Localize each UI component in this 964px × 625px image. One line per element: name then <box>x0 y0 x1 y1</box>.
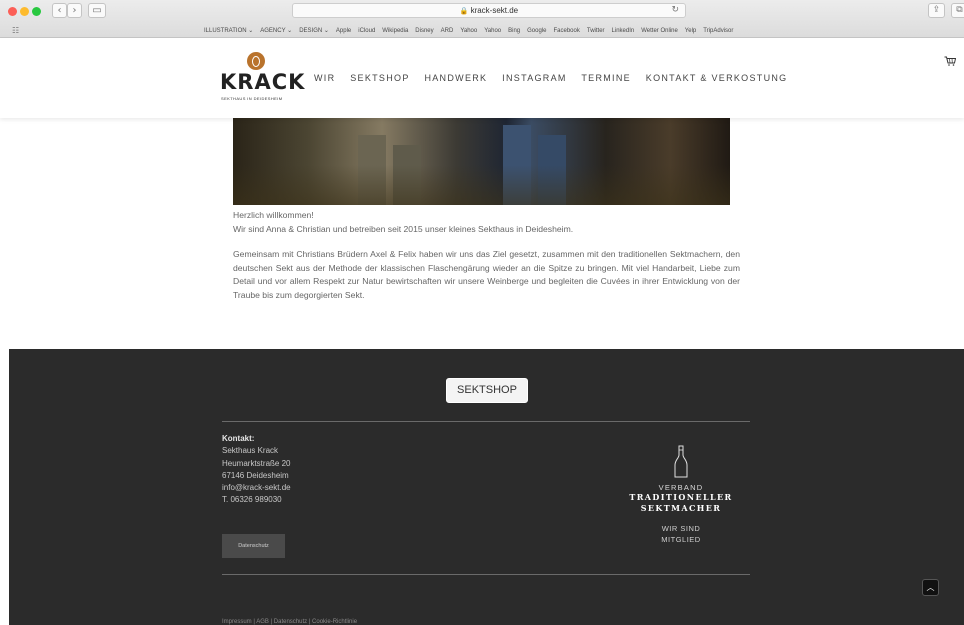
bookmark-item[interactable]: DESIGN ⌄ <box>299 28 329 34</box>
main-navigation: WIR SEKTSHOP HANDWERK INSTAGRAM TERMINE … <box>314 73 798 83</box>
bookmark-item[interactable]: Yahoo <box>484 28 501 34</box>
legal-links[interactable]: Impressum | AGB | Datenschutz | Cookie-R… <box>222 619 357 625</box>
browser-chrome: ‹ › ▭ 🔒 krack-sekt.de ↻ ⇪ ⧉ ☷ ILLUSTRATIO… <box>0 0 964 38</box>
bookmark-item[interactable]: Wetter Online <box>641 28 678 34</box>
nav-item-kontakt[interactable]: KONTAKT & VERKOSTUNG <box>646 73 788 83</box>
sektshop-button[interactable]: SEKTSHOP <box>446 378 528 403</box>
membership-text: WIR SIND MITGLIED <box>611 523 751 545</box>
bookmarks-grid-icon[interactable]: ☷ <box>12 26 19 35</box>
back-button[interactable]: ‹ <box>52 3 67 18</box>
logo-emblem-icon <box>247 52 265 70</box>
footer-divider-bottom <box>222 574 750 575</box>
contact-street: Heumarktstraße 20 <box>222 458 291 468</box>
bookmarks-list: ILLUSTRATION ⌄ AGENCY ⌄ DESIGN ⌄ Apple iClou… <box>204 27 740 34</box>
bottle-icon <box>674 445 688 478</box>
logo-wordmark: KRACK <box>220 70 306 94</box>
window-minimize-button[interactable] <box>20 7 29 16</box>
address-bar[interactable]: 🔒 krack-sekt.de ↻ <box>292 3 686 18</box>
sidebar-toggle-icon[interactable]: ▭ <box>88 3 106 18</box>
bookmark-item[interactable]: LinkedIn <box>612 28 635 34</box>
krack-logo[interactable]: KRACK SEKTHAUS IN DEIDESHEIM <box>220 52 304 104</box>
share-icon[interactable]: ⇪ <box>928 3 945 18</box>
datenschutz-button[interactable]: Datenschutz <box>222 534 285 558</box>
nav-item-handwerk[interactable]: HANDWERK <box>424 73 487 83</box>
bookmark-item[interactable]: Wikipedia <box>382 28 408 34</box>
intro-paragraph: Gemeinsam mit Christians Brüdern Axel & … <box>233 249 740 300</box>
bookmark-item[interactable]: Yelp <box>685 28 696 34</box>
bookmark-item[interactable]: TripAdvisor <box>703 28 733 34</box>
bookmark-item[interactable]: AGENCY ⌄ <box>260 28 292 34</box>
address-bar-url: krack-sekt.de <box>470 6 519 15</box>
bookmarks-bar: ☷ ILLUSTRATION ⌄ AGENCY ⌄ DESIGN ⌄ Apple iCl… <box>0 24 964 37</box>
contact-phone[interactable]: T. 06326 989030 <box>222 494 291 506</box>
bookmark-item[interactable]: Facebook <box>554 28 580 34</box>
nav-item-sektshop[interactable]: SEKTSHOP <box>350 73 409 83</box>
verband-label: VERBAND <box>658 483 704 492</box>
nav-item-termine[interactable]: TERMINE <box>581 73 631 83</box>
chevron-up-icon[interactable]: ︿ <box>922 579 939 596</box>
hero-image <box>233 118 730 205</box>
contact-city: 67146 Deidesheim <box>222 470 289 480</box>
bookmark-item[interactable]: Twitter <box>587 28 605 34</box>
bookmark-item[interactable]: Disney <box>415 28 433 34</box>
contact-label: Kontakt: <box>222 434 255 443</box>
tabs-overview-icon[interactable]: ⧉ <box>951 3 964 18</box>
bookmark-item[interactable]: Apple <box>336 28 351 34</box>
browser-toolbar: ‹ › ▭ 🔒 krack-sekt.de ↻ ⇪ ⧉ <box>0 0 964 22</box>
bookmark-item[interactable]: Bing <box>508 28 520 34</box>
contact-email[interactable]: info@krack-sekt.de <box>222 482 291 494</box>
membership-line2: MITGLIED <box>661 535 701 544</box>
verband-name-line1: TRADITIONELLER <box>629 492 733 502</box>
bookmark-item[interactable]: Google <box>527 28 546 34</box>
window-close-button[interactable] <box>8 7 17 16</box>
reload-icon[interactable]: ↻ <box>671 4 679 17</box>
footer-divider <box>222 421 750 422</box>
intro-greeting: Herzlich willkommen! <box>233 210 314 220</box>
site-header: KRACK SEKTHAUS IN DEIDESHEIM WIR SEKTSHO… <box>0 38 964 118</box>
bookmark-item[interactable]: iCloud <box>358 28 375 34</box>
intro-line: Wir sind Anna & Christian und betreiben … <box>233 223 574 234</box>
nav-item-wir[interactable]: WIR <box>314 73 335 83</box>
forward-button[interactable]: › <box>67 3 82 18</box>
contact-name: Sekthaus Krack <box>222 446 279 456</box>
intro-section: Herzlich willkommen! Wir sind Anna & Chr… <box>233 209 740 302</box>
contact-block: Kontakt: Sekthaus Krack Heumarktstraße 2… <box>222 433 291 507</box>
shopping-cart-icon[interactable] <box>944 56 956 66</box>
verband-badge[interactable]: VERBAND TRADITIONELLER SEKTMACHER WIR SI… <box>611 445 751 545</box>
intro-lead: Herzlich willkommen! Wir sind Anna & Chr… <box>233 209 740 236</box>
membership-line1: WIR SIND <box>661 524 701 533</box>
verband-name-line2: SEKTMACHER <box>640 503 722 513</box>
site-footer: SEKTSHOP Kontakt: Sekthaus Krack Heumark… <box>9 349 964 625</box>
logo-subtitle: SEKTHAUS IN DEIDESHEIM <box>221 96 283 101</box>
lock-icon: 🔒 <box>459 8 469 15</box>
nav-item-instagram[interactable]: INSTAGRAM <box>502 73 567 83</box>
bookmark-item[interactable]: ILLUSTRATION ⌄ <box>204 28 253 34</box>
bookmark-item[interactable]: Yahoo <box>460 28 477 34</box>
window-maximize-button[interactable] <box>32 7 41 16</box>
bookmark-item[interactable]: ARD <box>441 28 454 34</box>
